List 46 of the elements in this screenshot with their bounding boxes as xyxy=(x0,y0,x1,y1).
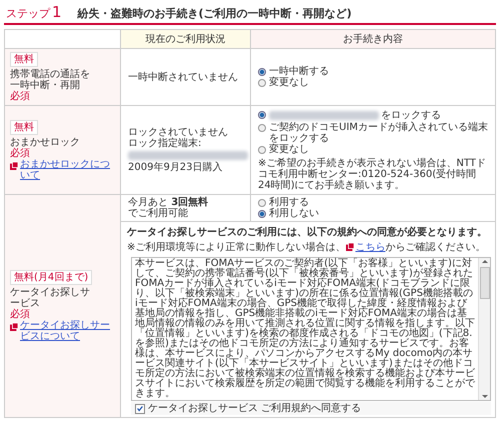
agreement-heading: ケータイお探しサービスのご利用には、以下の規約への同意が必要となります。 xyxy=(127,226,488,239)
terms-text: 本サービスは、FOMAサービスのご契約者(以下「お客様」といいます)に対して、ご契約の携帯電話番号(以下「被検索番号」といいます)が登録されたFOMAカードが挿入されているiモード対応FOMA端末(ドコモブランドに限り、以下「被検索端末」といいます)の所在に係る位置情報(GPS機能搭載のiモード対応FOMA端末の場合、GPS機能で取得した緯度・経度情報および基地局の情報を指し、GPS機能非搭載のiモード対応FOMA端末の場合は基地局情報の情報のみを用いて推測される位置に関する情報を指します。以下「位置情報」といいます)を検索の都度作成される「ドコモの地図」(下記8.を参照)またはその他ドコモ所定の方法により通知するサービスです。お客様は、本サービスにより、パソコンからアクセスするMy docomo内の本サービス関連サイト(以下「本サービスサイト」といいます)またはその他ドコモ所定の方法において被検索端末の位置情報を検索する機能および本サービスサイトにおいて検索履歴を所定の範囲で閲覧する機能を利用することができます。 xyxy=(134,258,476,400)
free-badge: 無料 xyxy=(10,52,38,67)
environment-note: ※ご利用環境等により正常に動作しない場合は、 こちらからご確認ください。 xyxy=(127,240,486,254)
window-icon xyxy=(10,323,18,331)
option-label[interactable]: 一時中断する xyxy=(269,66,329,77)
service-name: ケータイお探しサービス xyxy=(10,287,91,309)
info-link[interactable]: おまかせロックについて xyxy=(20,158,115,180)
radio-button[interactable] xyxy=(258,199,266,207)
info-link[interactable]: ケータイお探しサービスについて xyxy=(20,320,115,342)
option-label[interactable]: 利用する xyxy=(269,197,309,208)
status-text: 今月あと 3回無料 xyxy=(128,197,208,208)
step-number: 1 xyxy=(52,3,62,21)
here-link[interactable]: こちら xyxy=(355,242,386,253)
scrollbar[interactable] xyxy=(478,258,490,400)
column-header: お手続き内容 xyxy=(251,30,496,49)
service-name: 携帯電話の通話を一時中断・再開 xyxy=(10,69,91,91)
radio-button[interactable] xyxy=(258,79,266,87)
service-name: おまかせロック xyxy=(10,136,80,148)
radio-button[interactable] xyxy=(258,124,266,132)
note-text: ※ご希望のお手続きが表示されない場合は、NTTドコモ利用中断センター:0120-524-360(受付時間24時間)にてお手続き願います。 xyxy=(258,158,487,191)
required-label: 必須 xyxy=(10,148,30,158)
status-text: 2009年9月23日購入 xyxy=(128,162,223,173)
radio-button[interactable] xyxy=(258,111,266,119)
step-title: 紛失・盗難時のお手続き(ご利用の一時中断・再開など) xyxy=(78,6,352,21)
option-label[interactable]: ご契約のドコモUIMカードが挿入されている端末をロックする xyxy=(269,122,488,144)
free-badge: 無料 xyxy=(10,120,38,134)
status-text: でご利用可能 xyxy=(128,208,188,219)
option-label[interactable]: 利用しない xyxy=(269,208,319,219)
window-icon xyxy=(10,162,18,170)
status-text: ロックされていません xyxy=(128,127,228,138)
status-text: ロック指定端末: xyxy=(128,138,202,149)
radio-button[interactable] xyxy=(258,146,266,154)
checkbox[interactable] xyxy=(135,404,145,414)
radio-button[interactable] xyxy=(258,210,266,218)
required-label: 必須 xyxy=(10,309,30,320)
free-badge: 無料(月4回まで) xyxy=(10,270,92,285)
option-label[interactable]: 変更なし xyxy=(269,144,309,155)
window-icon xyxy=(346,243,354,251)
option-label[interactable]: をロックする xyxy=(269,109,441,122)
status-text: 一時中断されていません xyxy=(128,72,238,82)
column-header: 現在のご利用状況 xyxy=(121,30,251,49)
radio-button[interactable] xyxy=(258,68,266,76)
option-label[interactable]: 変更なし xyxy=(269,77,309,88)
required-label: 必須 xyxy=(10,91,30,102)
step-label: ステップ xyxy=(6,6,50,21)
